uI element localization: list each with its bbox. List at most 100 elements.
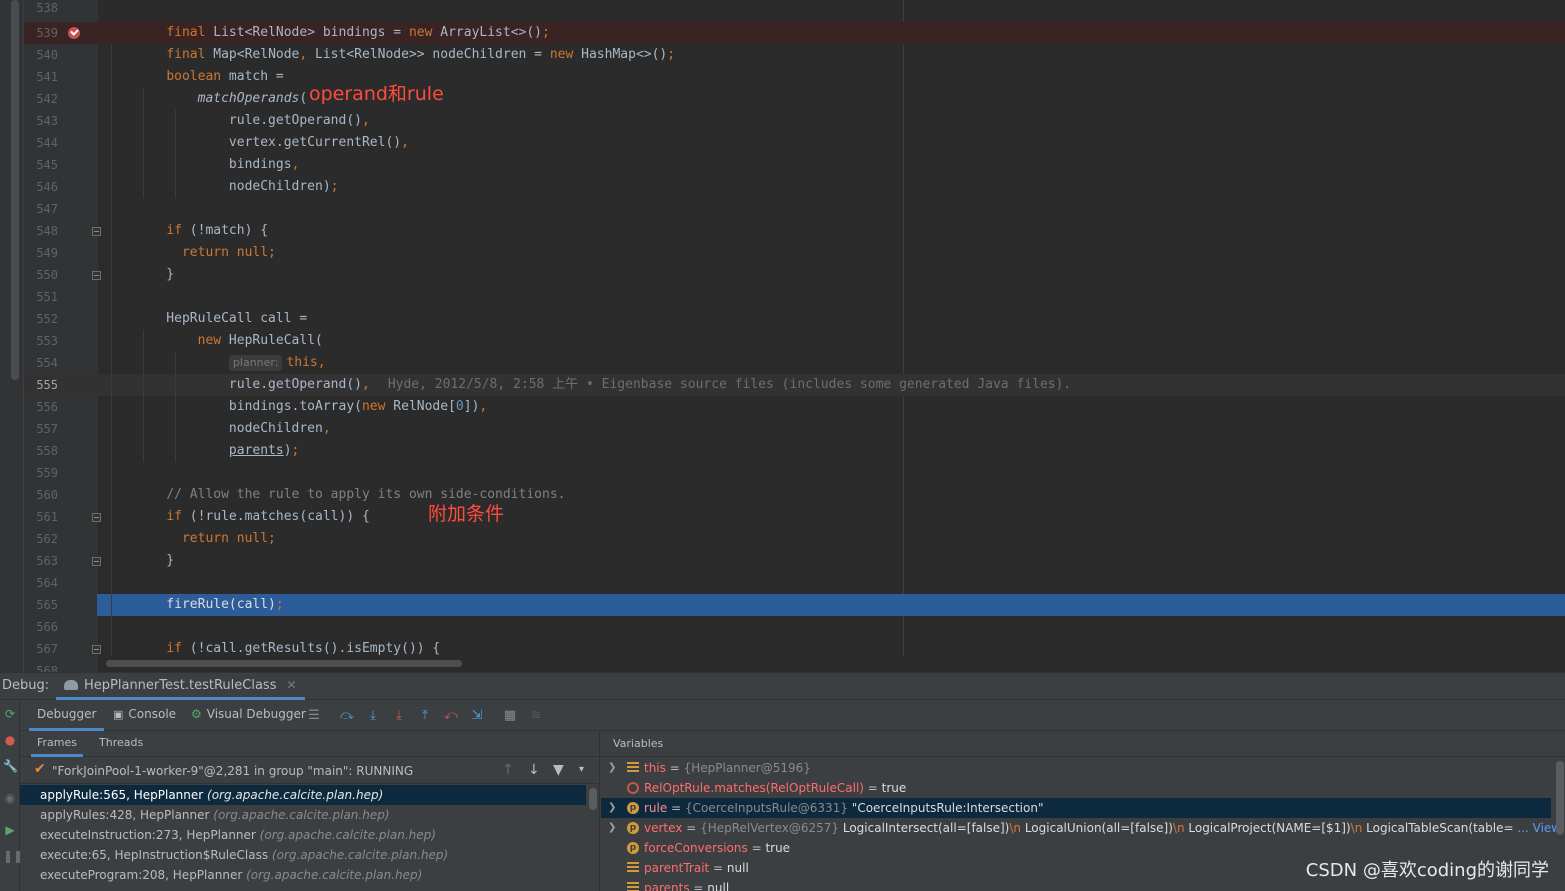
line-number[interactable]: 538 — [24, 0, 58, 19]
frame-row[interactable]: execute:65, HepInstruction$RuleClass (or… — [20, 845, 586, 865]
code-line[interactable]: 554 planner: this, — [24, 352, 1565, 374]
settings-wrench-icon[interactable]: 🔧 — [3, 759, 18, 773]
tab-frames[interactable]: Frames — [30, 736, 84, 757]
code-line[interactable]: 540 final Map<RelNode, List<RelNode>> no… — [24, 44, 1565, 66]
code-line[interactable]: 563 } — [24, 550, 1565, 572]
line-number[interactable]: 541 — [24, 66, 58, 88]
code-line[interactable]: 547 — [24, 198, 1565, 220]
step-out-icon[interactable]: ⤒ — [417, 708, 433, 724]
code-line[interactable]: 548 if (!match) { — [24, 220, 1565, 242]
line-number[interactable]: 544 — [24, 132, 58, 154]
view-breakpoints-icon[interactable]: ◉ — [3, 791, 17, 805]
variable-row[interactable]: RelOptRule.matches(RelOptRuleCall) = tru… — [601, 778, 1551, 798]
code-line[interactable]: 564 — [24, 572, 1565, 594]
line-number[interactable]: 545 — [24, 154, 58, 176]
line-number[interactable]: 565 — [24, 594, 58, 616]
line-number[interactable]: 543 — [24, 110, 58, 132]
line-number[interactable]: 559 — [24, 462, 58, 484]
stop-debug-icon[interactable]: ● — [3, 733, 17, 747]
fold-marker-icon[interactable] — [92, 227, 101, 236]
frames-scroll-thumb[interactable] — [589, 788, 597, 810]
line-number[interactable]: 555 — [24, 374, 58, 396]
debug-session-tab[interactable]: HepPlannerTest.testRuleClass ✕ — [56, 673, 305, 700]
editor-horizontal-scroll-thumb[interactable] — [106, 660, 462, 667]
code-line[interactable]: 549 return null; — [24, 242, 1565, 264]
line-number[interactable]: 542 — [24, 88, 58, 110]
tab-console[interactable]: ▣ Console — [113, 707, 176, 721]
line-number[interactable]: 539 — [24, 22, 58, 44]
line-number[interactable]: 556 — [24, 396, 58, 418]
line-number[interactable]: 561 — [24, 506, 58, 528]
code-line[interactable]: 546 nodeChildren); — [24, 176, 1565, 198]
line-number[interactable]: 553 — [24, 330, 58, 352]
tab-visual-debugger[interactable]: ⚙ Visual Debugger — [191, 707, 306, 721]
variable-row[interactable]: ❯ p vertex = {HepRelVertex@6257} LogicalIn… — [601, 818, 1561, 838]
step-into-icon[interactable]: ⤓ — [365, 708, 381, 724]
code-line[interactable]: 562 return null; — [24, 528, 1565, 550]
frames-options-chevron-icon[interactable]: ▾ — [579, 764, 584, 775]
line-number[interactable]: 568 — [24, 660, 58, 672]
code-line[interactable]: 559 — [24, 462, 1565, 484]
code-line[interactable]: 560 // Allow the rule to apply its own s… — [24, 484, 1565, 506]
code-line[interactable]: 551 — [24, 286, 1565, 308]
line-number[interactable]: 560 — [24, 484, 58, 506]
code-line[interactable]: 557 nodeChildren, — [24, 418, 1565, 440]
next-frame-icon[interactable]: ↓ — [528, 762, 540, 778]
trace-stream-icon[interactable]: ≋ — [528, 708, 544, 724]
line-number[interactable]: 550 — [24, 264, 58, 286]
code-lines[interactable]: 538 539 final List<RelNode> bindings = ne… — [24, 0, 1565, 672]
line-number[interactable]: 548 — [24, 220, 58, 242]
code-line[interactable]: 565 fireRule(call); — [24, 594, 1565, 616]
code-line[interactable]: 556 bindings.toArray(new RelNode[0]), — [24, 396, 1565, 418]
breakpoint-icon[interactable] — [68, 27, 80, 39]
code-line[interactable]: 543 rule.getOperand(), — [24, 110, 1565, 132]
code-line[interactable]: 539 final List<RelNode> bindings = new A… — [24, 22, 1565, 44]
code-line[interactable]: 561 if (!rule.matches(call)) { — [24, 506, 1565, 528]
frame-row[interactable]: applyRules:428, HepPlanner (org.apache.c… — [20, 805, 586, 825]
editor-horizontal-scrollbar[interactable] — [98, 656, 1565, 672]
line-number[interactable]: 540 — [24, 44, 58, 66]
code-line[interactable]: 542 matchOperands( — [24, 88, 1565, 110]
frame-row[interactable]: applyRule:565, HepPlanner (org.apache.ca… — [20, 785, 586, 805]
code-line[interactable]: 553 new HepRuleCall( — [24, 330, 1565, 352]
step-over-icon[interactable]: ⤼ — [339, 708, 355, 724]
filter-icon[interactable]: ▼ — [553, 762, 564, 778]
fold-marker-icon[interactable] — [92, 271, 101, 280]
fold-marker-icon[interactable] — [92, 557, 101, 566]
force-step-into-icon[interactable]: ⤓ — [391, 708, 407, 724]
code-line[interactable]: 538 — [24, 0, 1565, 19]
line-number[interactable]: 566 — [24, 616, 58, 638]
resume-program-icon[interactable]: ▶ — [3, 823, 17, 837]
code-line[interactable]: 558 parents); — [24, 440, 1565, 462]
expand-chevron-icon[interactable]: ❯ — [608, 818, 616, 838]
previous-frame-icon[interactable]: ↑ — [502, 762, 514, 778]
code-line[interactable]: 552 HepRuleCall call = — [24, 308, 1565, 330]
tab-threads[interactable]: Threads — [99, 736, 143, 749]
variable-row[interactable]: ❯ p rule = {CoerceInputsRule@6331} "Coerce… — [601, 798, 1551, 818]
variables-scroll-thumb[interactable] — [1556, 761, 1564, 835]
code-line[interactable]: 544 vertex.getCurrentRel(), — [24, 132, 1565, 154]
line-number[interactable]: 567 — [24, 638, 58, 660]
code-line[interactable]: 541 boolean match = — [24, 66, 1565, 88]
evaluate-expression-icon[interactable]: ▦ — [502, 708, 518, 724]
thread-selector[interactable]: ✔ "ForkJoinPool-1-worker-9"@2,281 in gro… — [20, 758, 600, 784]
line-number[interactable]: 552 — [24, 308, 58, 330]
show-execution-point-icon[interactable]: ☰ — [306, 708, 322, 724]
line-number[interactable]: 563 — [24, 550, 58, 572]
variable-row[interactable]: ❯ this = {HepPlanner@5196} — [601, 758, 1551, 778]
line-number[interactable]: 558 — [24, 440, 58, 462]
code-line[interactable]: 566 — [24, 616, 1565, 638]
pause-program-icon[interactable]: ❚❚ — [3, 849, 23, 863]
rerun-icon[interactable]: ⟳ — [3, 707, 17, 721]
frame-row[interactable]: executeProgram:208, HepPlanner (org.apac… — [20, 865, 586, 885]
fold-marker-icon[interactable] — [92, 513, 101, 522]
line-number[interactable]: 557 — [24, 418, 58, 440]
code-line[interactable]: 545 bindings, — [24, 154, 1565, 176]
fold-marker-icon[interactable] — [92, 645, 101, 654]
line-number[interactable]: 551 — [24, 286, 58, 308]
code-line[interactable]: 555 rule.getOperand(), Hyde, 2012/5/8, 2:… — [24, 374, 1565, 396]
code-editor[interactable]: 538 539 final List<RelNode> bindings = ne… — [0, 0, 1565, 672]
expand-chevron-icon[interactable]: ❯ — [608, 798, 616, 818]
expand-chevron-icon[interactable]: ❯ — [608, 758, 616, 778]
frame-row[interactable]: executeInstruction:273, HepPlanner (org.… — [20, 825, 586, 845]
